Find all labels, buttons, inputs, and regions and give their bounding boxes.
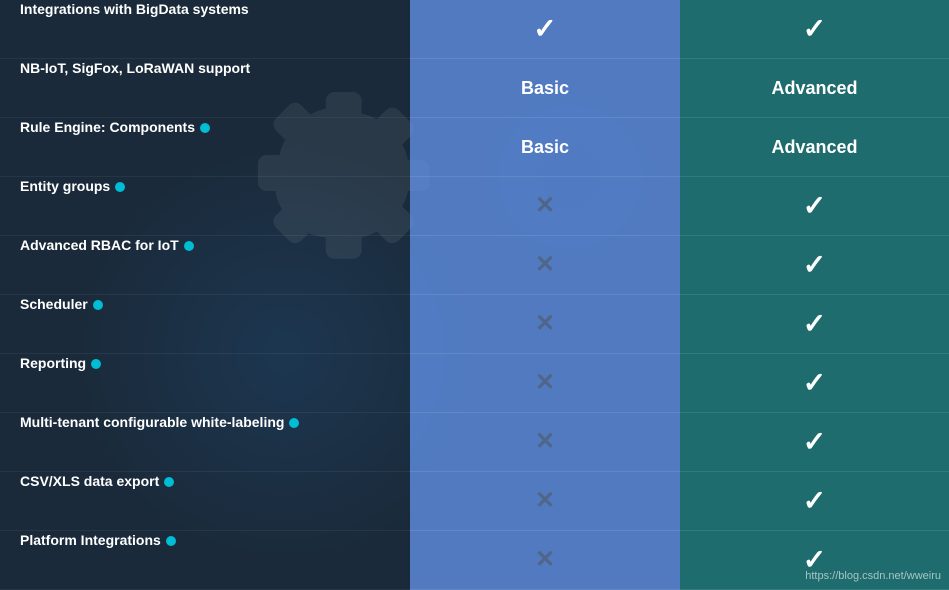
basic-cross-icon: ✕: [535, 194, 555, 218]
advanced-cell: ✓: [680, 236, 949, 295]
basic-cell: ✕: [410, 177, 680, 236]
basic-cross-icon: ✕: [535, 253, 555, 277]
feature-label: Rule Engine: Components: [20, 119, 210, 135]
advanced-check-icon: ✓: [803, 192, 826, 220]
basic-cell: ✕: [410, 354, 680, 413]
feature-label: Scheduler: [20, 296, 103, 312]
feature-row: NB-IoT, SigFox, LoRaWAN support: [0, 59, 410, 118]
advanced-cell: Advanced: [680, 118, 949, 177]
feature-label: NB-IoT, SigFox, LoRaWAN support: [20, 60, 250, 76]
basic-cell: ✕: [410, 236, 680, 295]
feature-label: Entity groups: [20, 178, 125, 194]
feature-label: Integrations with BigData systems: [20, 1, 249, 17]
watermark: https://blog.csdn.net/wweiru: [805, 570, 941, 582]
advanced-check-icon: ✓: [803, 487, 826, 515]
info-dot: [200, 123, 210, 133]
advanced-text-value: Advanced: [771, 137, 857, 158]
basic-cross-icon: ✕: [535, 548, 555, 572]
feature-row: Entity groups: [0, 177, 410, 236]
info-dot: [115, 182, 125, 192]
feature-row: Reporting: [0, 354, 410, 413]
feature-label: Platform Integrations: [20, 532, 176, 548]
feature-row: Scheduler: [0, 295, 410, 354]
advanced-check-icon: ✓: [803, 310, 826, 338]
basic-cell: ✕: [410, 295, 680, 354]
basic-text-value: Basic: [521, 137, 569, 158]
advanced-cell: ✓: [680, 354, 949, 413]
advanced-cell: Advanced: [680, 59, 949, 118]
info-dot: [184, 241, 194, 251]
advanced-cell: ✓: [680, 0, 949, 59]
basic-cross-icon: ✕: [535, 312, 555, 336]
info-dot: [164, 477, 174, 487]
feature-label: Reporting: [20, 355, 101, 371]
basic-text-value: Basic: [521, 78, 569, 99]
advanced-cell: ✓: [680, 472, 949, 531]
features-column: Integrations with BigData systems NB-IoT,…: [0, 0, 410, 590]
basic-cell: Basic: [410, 59, 680, 118]
info-dot: [93, 300, 103, 310]
advanced-check-icon: ✓: [803, 251, 826, 279]
info-dot: [289, 418, 299, 428]
info-dot: [166, 536, 176, 546]
feature-label: Multi-tenant configurable white-labeling: [20, 414, 299, 430]
basic-check-icon: ✓: [533, 15, 556, 43]
basic-cell: ✕: [410, 413, 680, 472]
basic-cell: ✓: [410, 0, 680, 59]
feature-row: CSV/XLS data export: [0, 472, 410, 531]
advanced-text-value: Advanced: [771, 78, 857, 99]
feature-row: Multi-tenant configurable white-labeling: [0, 413, 410, 472]
basic-column: ✓ Basic Basic ✕ ✕ ✕ ✕ ✕ ✕ ✕: [410, 0, 680, 590]
advanced-cell: ✓: [680, 413, 949, 472]
feature-label: Advanced RBAC for IoT: [20, 237, 194, 253]
advanced-cell: ✓: [680, 177, 949, 236]
feature-label: CSV/XLS data export: [20, 473, 174, 489]
comparison-table: Integrations with BigData systems NB-IoT,…: [0, 0, 949, 590]
basic-cross-icon: ✕: [535, 430, 555, 454]
advanced-check-icon: ✓: [803, 369, 826, 397]
advanced-check-icon: ✓: [803, 15, 826, 43]
feature-row: Advanced RBAC for IoT: [0, 236, 410, 295]
advanced-column: ✓AdvancedAdvanced✓✓✓✓✓✓✓: [680, 0, 949, 590]
basic-cell: ✕: [410, 472, 680, 531]
info-dot: [91, 359, 101, 369]
basic-cross-icon: ✕: [535, 371, 555, 395]
advanced-cell: ✓: [680, 295, 949, 354]
feature-row: Rule Engine: Components: [0, 118, 410, 177]
basic-cross-icon: ✕: [535, 489, 555, 513]
feature-row: Integrations with BigData systems: [0, 0, 410, 59]
feature-row: Platform Integrations: [0, 531, 410, 590]
basic-cell: Basic: [410, 118, 680, 177]
advanced-check-icon: ✓: [803, 428, 826, 456]
basic-cell: ✕: [410, 531, 680, 590]
